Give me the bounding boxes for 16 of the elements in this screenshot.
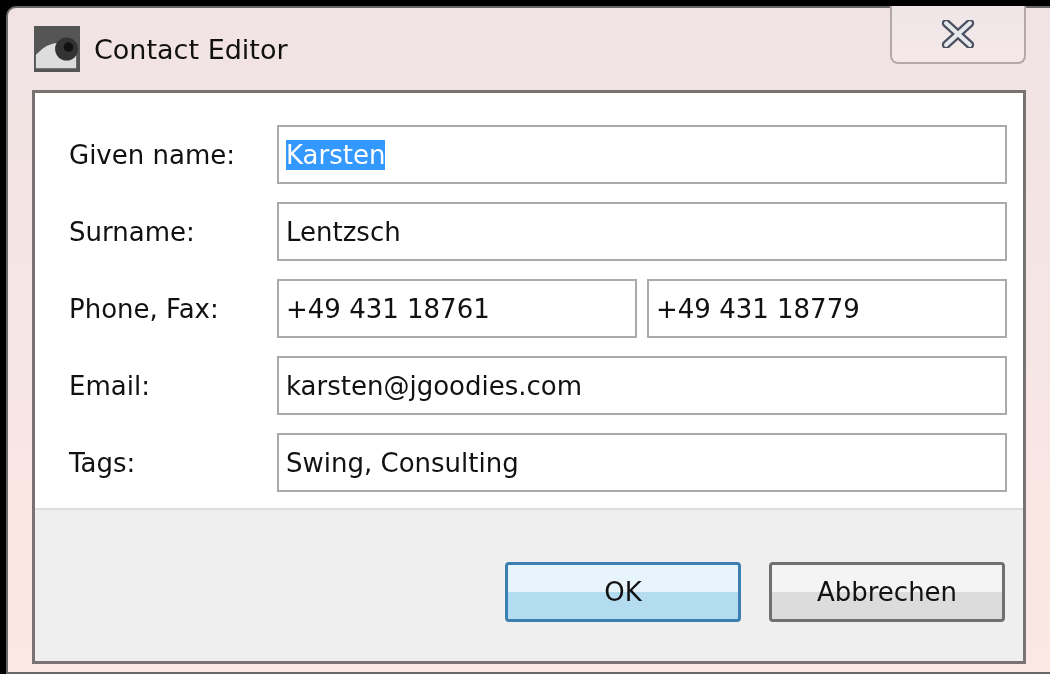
field-label: Phone, Fax: — [69, 293, 220, 324]
field-label: Tags: — [69, 447, 137, 478]
text-field[interactable]: karsten@jgoodies.com — [277, 356, 1007, 415]
text-field[interactable]: +49 431 18779 — [647, 279, 1007, 338]
close-button[interactable] — [890, 6, 1026, 64]
ok-button[interactable]: OK — [505, 561, 741, 622]
eye-icon — [34, 26, 80, 72]
text-field[interactable]: +49 431 18761 — [277, 279, 637, 338]
window-title: Contact Editor — [94, 33, 288, 65]
field-label: Email: — [69, 370, 151, 401]
cancel-button[interactable]: Abbrechen — [769, 561, 1005, 622]
field-label: Given name: — [69, 139, 236, 170]
text-field[interactable]: Lentzsch — [277, 202, 1007, 261]
close-icon — [941, 20, 975, 48]
text-field[interactable]: Swing, Consulting — [277, 433, 1007, 492]
field-label: Surname: — [69, 216, 196, 247]
